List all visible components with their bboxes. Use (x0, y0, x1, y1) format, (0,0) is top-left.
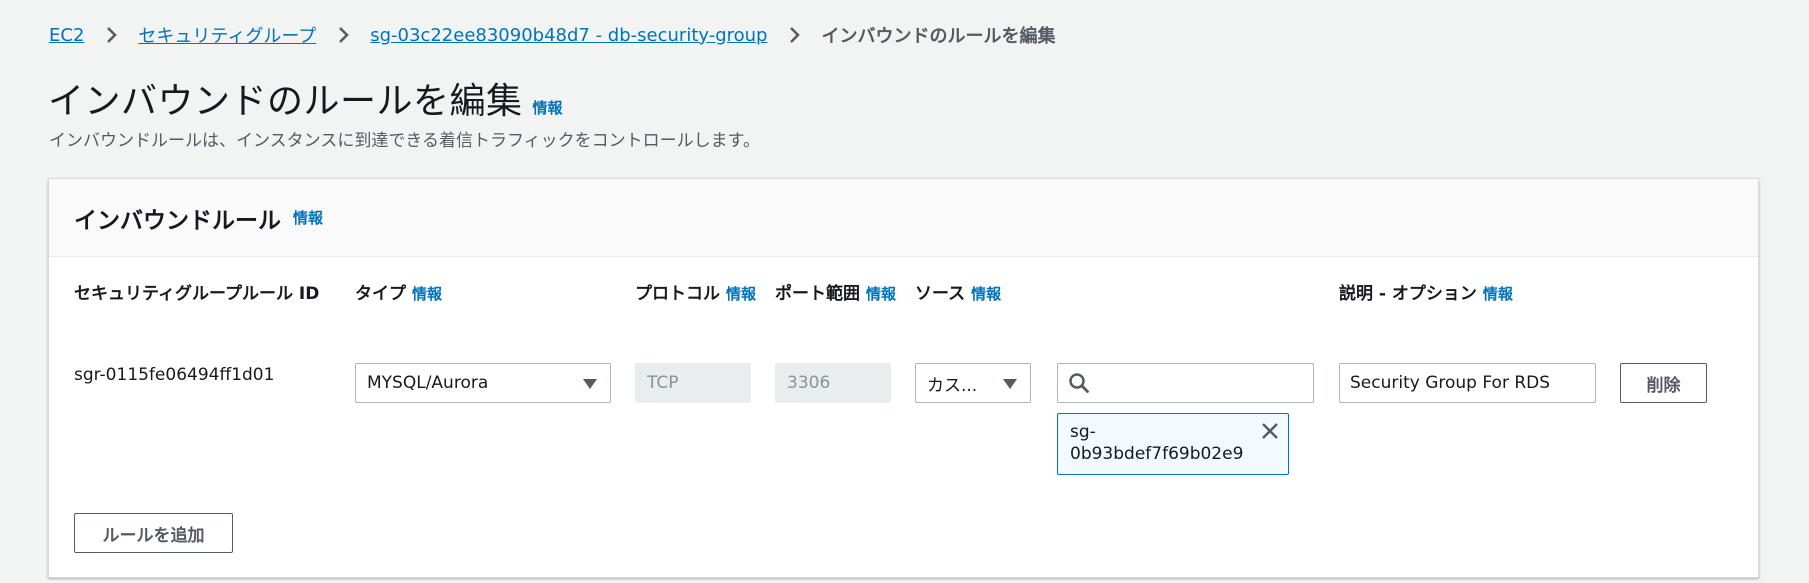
breadcrumb-security-groups[interactable]: セキュリティグループ (138, 22, 316, 48)
port-value: 3306 (787, 373, 831, 393)
breadcrumb-ec2[interactable]: EC2 (49, 25, 84, 46)
source-type-value: カス... (927, 375, 978, 396)
panel-header: インバウンドルール 情報 (49, 179, 1758, 257)
chevron-right-icon (100, 24, 122, 46)
column-header-rule-id: セキュリティグループルール ID (74, 279, 319, 309)
column-header-type: タイプ 情報 (355, 279, 442, 309)
column-header-description-label: 説明 - オプション (1339, 284, 1477, 304)
source-info-link[interactable]: 情報 (971, 285, 1001, 303)
protocol-info-link[interactable]: 情報 (726, 285, 756, 303)
source-security-group-token: sg- 0b93bdef7f69b02e9 (1057, 413, 1289, 475)
source-search-input[interactable] (1057, 363, 1314, 403)
rule-id-value: sgr-0115fe06494ff1d01 (74, 365, 275, 385)
chevron-right-icon (783, 24, 805, 46)
column-header-port-label: ポート範囲 (775, 284, 860, 304)
panel-info-link[interactable]: 情報 (293, 207, 323, 228)
description-value: Security Group For RDS (1350, 373, 1551, 393)
close-icon[interactable] (1260, 421, 1280, 441)
breadcrumb: EC2 セキュリティグループ sg-03c22ee83090b48d7 - db… (49, 22, 1055, 48)
column-header-protocol: プロトコル 情報 (635, 279, 760, 309)
column-header-port-range: ポート範囲 情報 (775, 279, 900, 309)
page-description: インバウンドルールは、インスタンスに到達できる着信トラフィックをコントロールしま… (49, 131, 760, 151)
token-label-line2: 0b93bdef7f69b02e9 (1070, 444, 1244, 464)
inbound-rules-panel: インバウンドルール 情報 セキュリティグループルール ID タイプ 情報 プロトコ… (48, 178, 1759, 578)
breadcrumb-current: インバウンドのルールを編集 (821, 26, 1056, 47)
port-info-link[interactable]: 情報 (866, 285, 896, 303)
breadcrumb-security-group[interactable]: sg-03c22ee83090b48d7 - db-security-group (370, 25, 767, 46)
add-rule-button[interactable]: ルールを追加 (74, 513, 233, 553)
edit-inbound-rules-page: EC2 セキュリティグループ sg-03c22ee83090b48d7 - db… (0, 0, 1809, 583)
protocol-field: TCP (635, 363, 751, 403)
column-header-description: 説明 - オプション 情報 (1339, 279, 1513, 309)
protocol-value: TCP (647, 373, 679, 393)
token-label-line1: sg- (1070, 422, 1096, 442)
add-rule-button-label: ルールを追加 (102, 525, 205, 546)
port-range-field: 3306 (775, 363, 891, 403)
caret-down-icon (1002, 377, 1018, 391)
column-header-source-label: ソース (915, 284, 966, 304)
page-header: インバウンドのルールを編集 情報 (48, 72, 563, 124)
type-info-link[interactable]: 情報 (412, 285, 442, 303)
delete-button-label: 削除 (1646, 375, 1681, 396)
delete-rule-button[interactable]: 削除 (1620, 363, 1707, 403)
description-input[interactable]: Security Group For RDS (1339, 363, 1596, 403)
column-header-type-label: タイプ (355, 284, 406, 304)
type-select[interactable]: MYSQL/Aurora (355, 363, 611, 403)
caret-down-icon (582, 377, 598, 391)
page-info-link[interactable]: 情報 (533, 97, 563, 118)
column-header-source: ソース 情報 (915, 279, 1001, 309)
source-type-select[interactable]: カス... (915, 363, 1031, 403)
panel-title: インバウンドルール (74, 207, 281, 234)
column-header-rule-id-label: セキュリティグループルール ID (74, 284, 320, 304)
description-info-link[interactable]: 情報 (1483, 285, 1513, 303)
chevron-right-icon (332, 24, 354, 46)
column-header-protocol-label: プロトコル (635, 284, 720, 304)
page-title: インバウンドのルールを編集 (48, 81, 523, 122)
type-select-value: MYSQL/Aurora (367, 373, 489, 393)
search-icon (1068, 372, 1090, 394)
